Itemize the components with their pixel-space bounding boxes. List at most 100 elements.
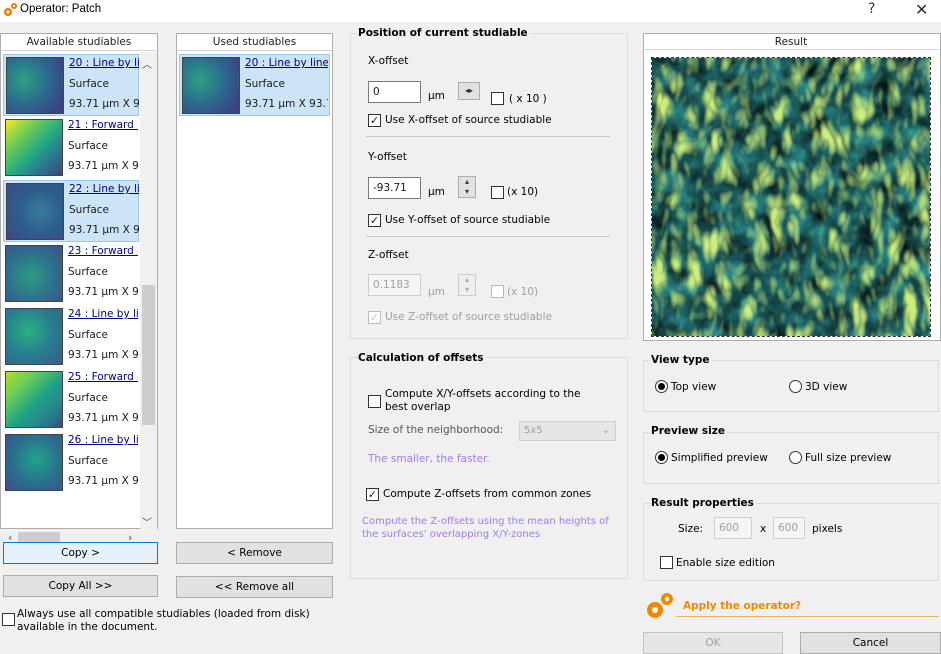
y-offset-stepper[interactable]: ▴ ▾ bbox=[458, 176, 476, 198]
result-preview-image bbox=[651, 57, 931, 337]
copy-button[interactable]: Copy > bbox=[3, 542, 158, 564]
x-offset-label: X-offset bbox=[368, 55, 409, 67]
use-y-offset-label: Use Y-offset of source studiable bbox=[385, 214, 551, 226]
window-title: Operator: Patch bbox=[20, 3, 102, 15]
remove-button[interactable]: < Remove bbox=[176, 542, 333, 564]
use-z-offset-checkbox[interactable]: ✓ bbox=[368, 311, 381, 324]
list-item[interactable]: 26 : Line by lin Surface 93.71 µm X 93 bbox=[3, 432, 139, 494]
z-offset-input[interactable]: 0.1183 bbox=[368, 274, 421, 296]
use-y-offset-checkbox[interactable]: ✓ bbox=[368, 214, 381, 227]
z-common-hint: Compute the Z-offsets using the mean hei… bbox=[362, 516, 609, 540]
help-button[interactable]: ? bbox=[868, 1, 875, 17]
surface-thumbnail bbox=[6, 57, 64, 114]
used-header: Used studiables bbox=[177, 34, 332, 51]
divider bbox=[366, 236, 610, 237]
list-item[interactable]: 24 : Line by lin Surface 93.71 µm X 93 bbox=[3, 306, 139, 368]
y-offset-label: Y-offset bbox=[368, 151, 407, 163]
surface-thumbnail bbox=[5, 119, 63, 176]
x-offset-stepper[interactable]: ◂▸ bbox=[458, 82, 480, 100]
z-offset-stepper[interactable]: ▴ ▾ bbox=[458, 274, 476, 296]
item-type: Surface bbox=[245, 78, 286, 90]
item-title-link[interactable]: 25 : Forward - bbox=[68, 371, 138, 383]
use-x-offset-label: Use X-offset of source studiable bbox=[385, 114, 552, 126]
full-preview-label: Full size preview bbox=[805, 452, 892, 464]
3d-view-radio[interactable] bbox=[789, 380, 802, 393]
width-input[interactable]: 600 bbox=[714, 517, 752, 539]
list-item[interactable]: 20 : Line by line le Surface 93.71 µm X 93… bbox=[179, 54, 330, 116]
neighborhood-value: 5x5 bbox=[524, 425, 543, 436]
y-offset-x10-label: (x 10) bbox=[507, 186, 539, 198]
item-title-link[interactable]: 22 : Line by lin bbox=[69, 183, 139, 195]
item-type: Surface bbox=[68, 329, 109, 341]
y-offset-x10-checkbox[interactable] bbox=[491, 186, 504, 199]
cancel-button[interactable]: Cancel bbox=[800, 632, 941, 654]
apply-operator-label: Apply the operator? bbox=[683, 600, 802, 612]
list-item[interactable]: 20 : Line by lin Surface 93.71 µm X 93 bbox=[3, 54, 139, 116]
available-list[interactable]: Available studiables 20 : Line by lin Sur… bbox=[0, 33, 158, 547]
calc-title: Calculation of offsets bbox=[358, 352, 486, 364]
3d-view-label: 3D view bbox=[805, 381, 848, 393]
item-title-link[interactable]: 21 : Forward - bbox=[68, 119, 138, 131]
x-offset-input[interactable]: 0 bbox=[368, 81, 421, 103]
preview-size-title: Preview size bbox=[651, 425, 727, 437]
scrollbar-thumb[interactable] bbox=[142, 285, 155, 425]
list-item[interactable]: 22 : Line by lin Surface 93.71 µm X 93 bbox=[3, 180, 139, 242]
use-x-offset-checkbox[interactable]: ✓ bbox=[368, 114, 381, 127]
full-preview-radio[interactable] bbox=[789, 451, 802, 464]
item-type: Surface bbox=[69, 204, 110, 216]
item-size: 93.71 µm X 93 bbox=[69, 224, 139, 236]
item-size: 93.71 µm X 93 bbox=[68, 160, 138, 172]
list-item[interactable]: 21 : Forward - Surface 93.71 µm X 93 bbox=[3, 117, 139, 179]
x-offset-unit: µm bbox=[428, 90, 445, 102]
ok-button[interactable]: OK bbox=[643, 632, 783, 654]
position-title: Position of current studiable bbox=[358, 27, 530, 39]
enable-size-checkbox[interactable] bbox=[660, 556, 673, 569]
used-list[interactable]: Used studiables 20 : Line by line le Surf… bbox=[176, 33, 333, 529]
item-type: Surface bbox=[68, 266, 109, 278]
surface-thumbnail bbox=[5, 245, 63, 302]
title-bar: Operator: Patch ? ✕ bbox=[0, 0, 941, 22]
item-size: 93.71 µm X 93 bbox=[68, 412, 138, 424]
always-use-checkbox[interactable] bbox=[2, 613, 15, 626]
apply-divider bbox=[676, 616, 939, 617]
y-offset-unit: µm bbox=[428, 186, 445, 198]
item-type: Surface bbox=[69, 78, 110, 90]
item-type: Surface bbox=[68, 455, 109, 467]
simplified-preview-radio[interactable] bbox=[655, 451, 668, 464]
z-common-checkbox[interactable]: ✓ bbox=[366, 488, 379, 501]
neighborhood-select[interactable]: 5x5 ⌄ bbox=[519, 421, 616, 441]
item-title-link[interactable]: 24 : Line by lin bbox=[68, 308, 138, 320]
item-size: 93.71 µm X 93 bbox=[68, 286, 138, 298]
use-z-offset-label: Use Z-offset of source studiable bbox=[385, 311, 552, 323]
remove-all-button[interactable]: << Remove all bbox=[176, 576, 333, 598]
height-input[interactable]: 600 bbox=[773, 517, 805, 539]
item-title-link[interactable]: 26 : Line by lin bbox=[68, 434, 138, 446]
copy-all-button[interactable]: Copy All >> bbox=[3, 575, 158, 597]
z-common-label: Compute Z-offsets from common zones bbox=[383, 488, 592, 500]
view-type-title: View type bbox=[651, 354, 712, 366]
item-title-link[interactable]: 20 : Line by lin bbox=[69, 57, 139, 69]
divider bbox=[366, 136, 610, 137]
list-item[interactable]: 25 : Forward - Surface 93.71 µm X 93 bbox=[3, 369, 139, 431]
z-offset-x10-label: (x 10) bbox=[507, 286, 539, 298]
size-x-label: x bbox=[760, 523, 767, 535]
item-type: Surface bbox=[68, 392, 109, 404]
best-overlap-label: Compute X/Y-offsets according to the bes… bbox=[385, 388, 581, 413]
x-offset-x10-label: ( x 10 ) bbox=[509, 93, 547, 105]
scroll-down-icon[interactable]: ﹀ bbox=[142, 514, 152, 529]
item-title-link[interactable]: 23 : Forward - bbox=[68, 245, 138, 257]
top-view-radio[interactable] bbox=[655, 380, 668, 393]
item-size: 93.71 µm X 93 bbox=[69, 98, 139, 110]
item-title-link[interactable]: 20 : Line by line le bbox=[245, 57, 328, 69]
top-view-label: Top view bbox=[671, 381, 717, 393]
scroll-up-icon[interactable]: ︿ bbox=[142, 56, 152, 71]
close-button[interactable]: ✕ bbox=[915, 0, 928, 19]
y-offset-input[interactable]: -93.71 bbox=[368, 177, 421, 199]
z-offset-x10-checkbox[interactable] bbox=[491, 285, 504, 298]
x-offset-x10-checkbox[interactable] bbox=[491, 92, 504, 105]
best-overlap-checkbox[interactable] bbox=[368, 395, 381, 408]
list-item[interactable]: 23 : Forward - Surface 93.71 µm X 93 bbox=[3, 243, 139, 305]
item-size: 93.71 µm X 93 bbox=[68, 349, 138, 361]
neighborhood-hint: The smaller, the faster. bbox=[368, 453, 490, 465]
neighborhood-label: Size of the neighborhood: bbox=[368, 424, 504, 436]
